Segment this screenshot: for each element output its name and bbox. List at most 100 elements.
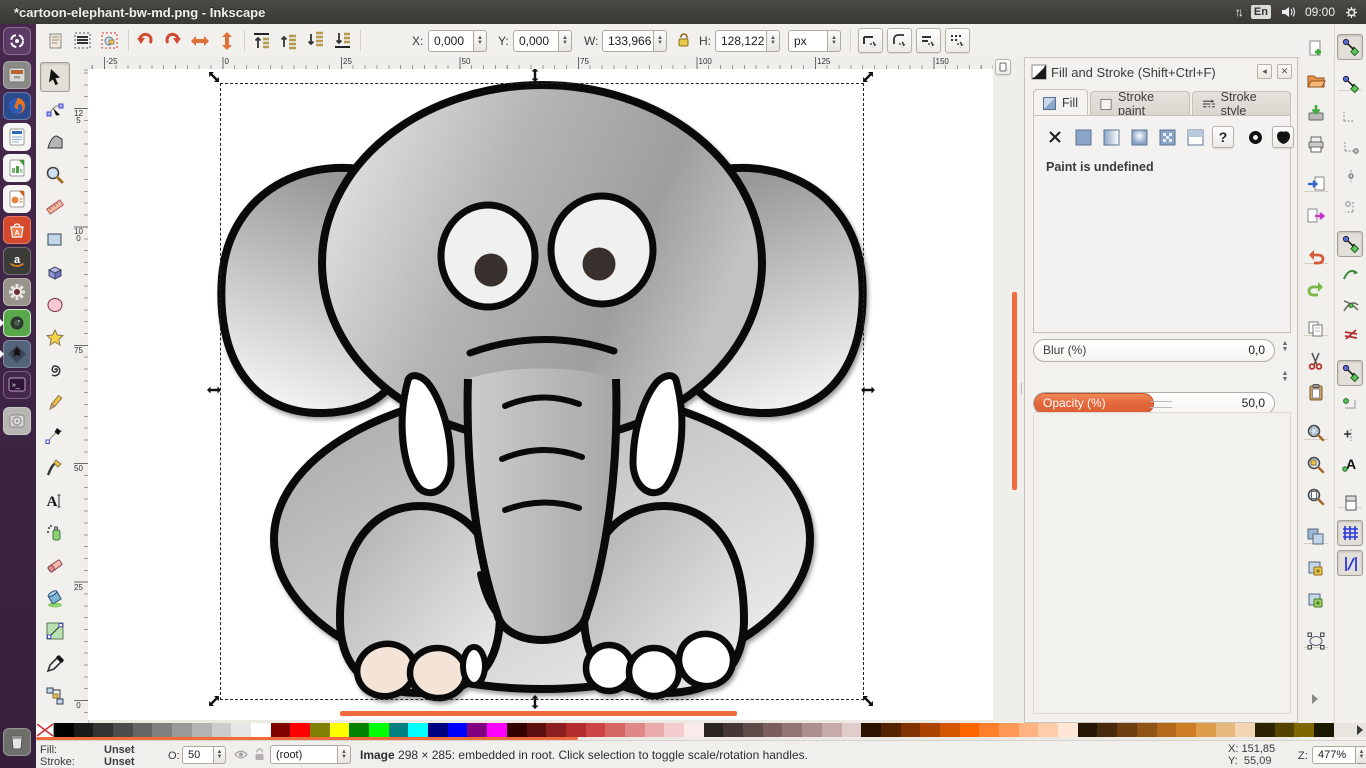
layer-dropdown-arrows[interactable]: ▲▼ [338,745,351,764]
launcher-impress-icon[interactable] [3,185,31,213]
cut-button[interactable] [1303,348,1329,374]
launcher-terminal-icon[interactable]: »_ [3,371,31,399]
blur-value[interactable]: 0,0 [1248,343,1265,357]
layer-visibility-icon[interactable] [234,749,248,760]
commands-overflow-arrow[interactable] [1312,694,1318,704]
palette-swatch[interactable] [1078,723,1098,737]
fill-rule-evenodd-button[interactable] [1244,126,1266,148]
save-document-button[interactable] [1303,100,1329,126]
snap-smooth-nodes-button[interactable] [1337,391,1363,417]
palette-swatch[interactable] [448,723,468,737]
palette-swatch[interactable] [152,723,172,737]
object-opacity-field[interactable]: 50 [182,746,214,764]
palette-swatch[interactable] [1019,723,1039,737]
paint-bucket-tool-button[interactable] [40,584,70,614]
launcher-software-center-icon[interactable]: A [3,216,31,244]
launcher-screenshot-tool-icon[interactable] [3,309,31,337]
fill-indicator-value[interactable]: Unset [104,744,135,756]
launcher-trash-icon[interactable] [3,728,31,756]
launcher-files-icon[interactable] [3,61,31,89]
paint-radial-gradient-button[interactable] [1128,126,1150,148]
palette-swatch[interactable] [113,723,133,737]
paint-linear-gradient-button[interactable] [1100,126,1122,148]
node-editor-tool-button[interactable] [40,95,70,125]
palette-swatch[interactable] [546,723,566,737]
palette-swatch[interactable] [861,723,881,737]
select-all-layers-button[interactable] [71,29,94,52]
selector-tool-button[interactable] [40,62,70,92]
palette-swatch[interactable] [1117,723,1137,737]
palette-swatch[interactable] [487,723,507,737]
palette-swatch[interactable] [625,723,645,737]
palette-swatch[interactable] [369,723,389,737]
palette-swatch[interactable] [822,723,842,737]
zoom-drawing-button[interactable] [1303,452,1329,478]
canvas[interactable] [88,69,993,720]
spray-tool-button[interactable] [40,518,70,548]
calligraphy-tool-button[interactable] [40,453,70,483]
ellipse-tool-button[interactable] [40,290,70,320]
zoom-tool-button[interactable] [40,160,70,190]
session-gear-icon[interactable] [1345,6,1358,19]
text-tool-button[interactable]: A [40,486,70,516]
tab-stroke-style[interactable]: Stroke style [1192,91,1291,116]
sound-icon[interactable] [1281,6,1295,18]
palette-swatch[interactable] [231,723,251,737]
palette-swatch[interactable] [960,723,980,737]
palette-swatch[interactable] [901,723,921,737]
panel-resize-grip[interactable] [1150,401,1172,408]
palette-swatch[interactable] [507,723,527,737]
palette-swatch[interactable] [290,723,310,737]
palette-swatch[interactable] [664,723,684,737]
lower-to-bottom-button[interactable] [331,29,354,52]
launcher-disks-icon[interactable] [3,407,31,435]
palette-swatch[interactable] [881,723,901,737]
snap-path-intersections-button[interactable] [1337,292,1363,318]
palette-swatch[interactable] [467,723,487,737]
tweak-tool-button[interactable] [40,127,70,157]
affect-stroke-toggle[interactable] [858,28,883,53]
tab-stroke-paint[interactable]: Stroke paint [1090,91,1190,116]
snap-cusp-nodes-button[interactable] [1337,360,1363,386]
horizontal-scrollbar[interactable] [340,711,737,716]
palette-swatch[interactable] [743,723,763,737]
scale-handle-bottom[interactable] [528,695,542,709]
vertical-scrollbar[interactable] [1012,292,1017,490]
fill-rule-nonzero-button[interactable] [1272,126,1294,148]
unlink-clone-button[interactable] [1303,588,1329,614]
palette-swatch[interactable] [1275,723,1295,737]
paint-pattern-button[interactable] [1156,126,1178,148]
sticky-zoom-button[interactable] [995,59,1011,75]
palette-swatch[interactable] [1196,723,1216,737]
palette-swatch[interactable] [251,723,271,737]
palette-swatch[interactable] [842,723,862,737]
snap-bbox-centers-button[interactable] [1337,194,1363,220]
deselect-button[interactable] [98,29,121,52]
palette-swatch[interactable] [172,723,192,737]
select-all-button[interactable] [44,29,67,52]
palette-swatch[interactable] [605,723,625,737]
palette-swatch[interactable] [389,723,409,737]
gradient-tool-button[interactable] [40,616,70,646]
palette-swatch[interactable] [1235,723,1255,737]
import-button[interactable] [1303,172,1329,198]
snap-text-baseline-button[interactable]: A [1337,452,1363,478]
snap-page-border-button[interactable] [1337,489,1363,515]
star-tool-button[interactable] [40,323,70,353]
scale-handle-right[interactable] [861,383,875,397]
3dbox-tool-button[interactable] [40,258,70,288]
lock-ratio-icon[interactable] [676,32,690,48]
palette-swatch[interactable] [704,723,724,737]
blur-spinner[interactable]: ▲▼ [1278,341,1292,353]
palette-swatch[interactable] [566,723,586,737]
palette-swatch[interactable] [74,723,94,737]
palette-swatch[interactable] [1097,723,1117,737]
snap-bbox-corners-button[interactable] [1337,133,1363,159]
snap-bbox-edges-button[interactable] [1337,102,1363,128]
export-button[interactable] [1303,204,1329,230]
palette-swatch[interactable] [723,723,743,737]
palette-swatch[interactable] [330,723,350,737]
unit-dropdown[interactable]: px [788,30,828,52]
dropper-tool-button[interactable] [40,649,70,679]
scale-handle-left[interactable] [207,383,221,397]
